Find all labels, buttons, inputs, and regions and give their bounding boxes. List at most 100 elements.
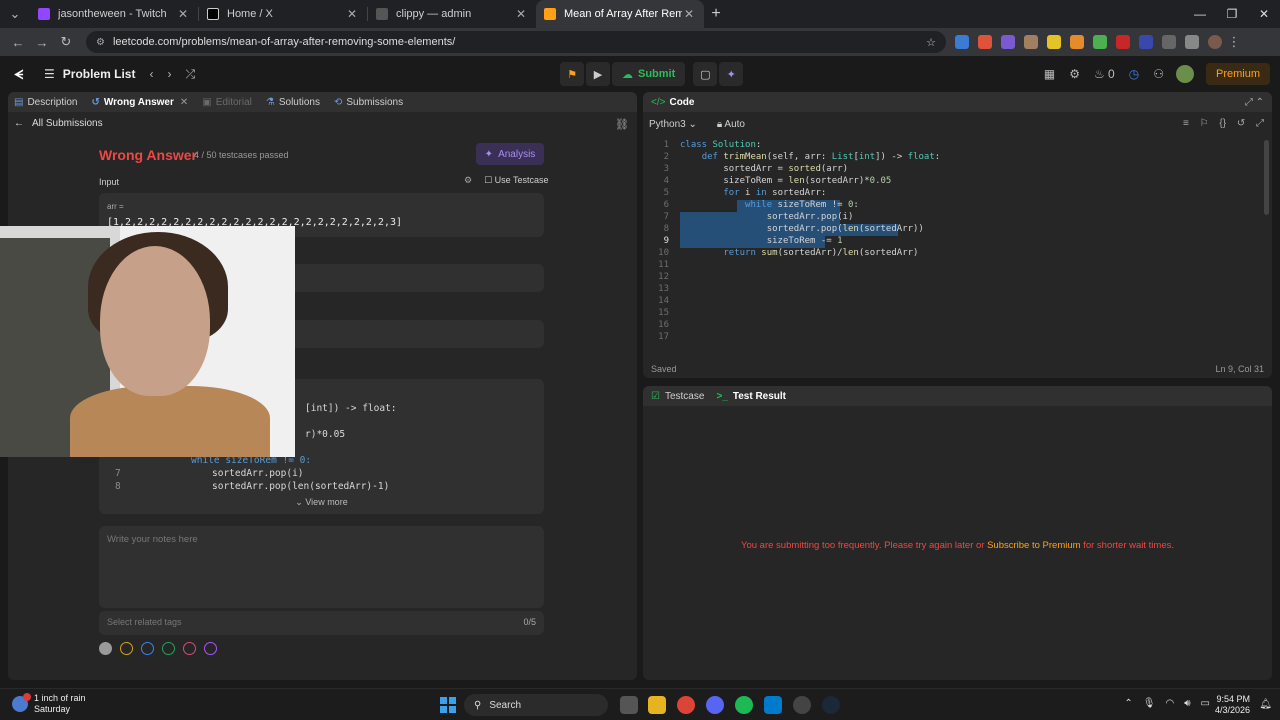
subscribe-premium-link[interactable]: Subscribe to Premium — [987, 540, 1080, 551]
view-more-button[interactable]: ⌄ View more — [99, 497, 544, 508]
auto-mode-toggle[interactable]: 🔒︎ Auto — [717, 119, 745, 130]
editor-scrollbar[interactable] — [1264, 140, 1269, 215]
reset-icon[interactable]: ↺ — [1237, 118, 1245, 129]
language-select[interactable]: Python3 ⌄ — [649, 119, 697, 130]
extension-icon[interactable] — [1139, 35, 1153, 49]
wifi-icon[interactable]: ◠ — [1166, 698, 1175, 709]
format-icon[interactable]: ≡ — [1183, 118, 1189, 129]
close-icon[interactable]: ✕ — [180, 97, 188, 108]
clock[interactable]: 9:54 PM 4/3/2026 — [1215, 694, 1250, 716]
browser-tab-twitch[interactable]: jasontheween - Twitch ✕ — [30, 0, 198, 28]
discord-icon[interactable] — [706, 696, 724, 714]
color-swatch-purple[interactable] — [204, 642, 217, 655]
close-icon[interactable]: ✕ — [682, 7, 696, 21]
problem-list-button[interactable]: ☰ Problem List — [44, 67, 135, 81]
submit-button[interactable]: ☁ Submit — [612, 62, 686, 86]
browser-tab-leetcode[interactable]: Mean of Array After Removing ✕ — [536, 0, 704, 28]
volume-icon[interactable]: 🔊︎ — [1184, 698, 1190, 709]
microphone-icon[interactable]: 🎙︎ — [1143, 698, 1156, 709]
tab-wrong-answer[interactable]: ↺ Wrong Answer ✕ — [91, 97, 188, 108]
color-swatch-yellow[interactable] — [120, 642, 133, 655]
color-swatch-gray[interactable] — [99, 642, 112, 655]
vscode-icon[interactable] — [764, 696, 782, 714]
steam-icon[interactable] — [822, 696, 840, 714]
bookmark-icon[interactable]: ⚐ — [1200, 118, 1209, 129]
notes-icon[interactable]: ▢ — [693, 62, 718, 86]
share-link-icon[interactable]: ⛓ — [615, 118, 629, 131]
notes-textarea[interactable]: Write your notes here — [99, 526, 544, 608]
extension-icon[interactable] — [1001, 35, 1015, 49]
site-info-icon[interactable]: ⚙ — [96, 37, 105, 48]
extension-icon[interactable] — [1116, 35, 1130, 49]
related-tags-select[interactable]: Select related tags 0/5 — [99, 611, 544, 635]
url-field[interactable]: ⚙ leetcode.com/problems/mean-of-array-af… — [86, 31, 946, 53]
avatar[interactable] — [1175, 65, 1194, 83]
bookmark-star-icon[interactable]: ☆ — [926, 36, 936, 49]
extensions-puzzle-icon[interactable] — [1162, 35, 1176, 49]
tab-editorial[interactable]: ▣ Editorial — [202, 97, 252, 108]
forward-icon[interactable]: → — [30, 35, 54, 50]
leetcode-logo-icon[interactable]: ᗕ — [14, 67, 28, 82]
extension-icon[interactable] — [1047, 35, 1061, 49]
tab-testcase[interactable]: ☑ Testcase — [651, 391, 704, 402]
streak-icon[interactable]: ♨ 0 — [1094, 67, 1115, 81]
all-submissions-link[interactable]: ← All Submissions — [14, 118, 103, 129]
browser-tab-x[interactable]: Home / X ✕ — [199, 0, 367, 28]
run-button[interactable]: ▶ — [586, 62, 610, 86]
task-view-icon[interactable] — [620, 696, 638, 714]
extension-icon[interactable] — [1024, 35, 1038, 49]
debug-icon[interactable]: ⚙ — [464, 175, 472, 186]
extension-icon[interactable] — [1070, 35, 1084, 49]
notification-bell-icon[interactable]: 🔔︎ — [1259, 699, 1272, 710]
maximize-panel-icon[interactable]: ⤢ ⌃ — [1245, 97, 1264, 108]
shuffle-icon[interactable]: ⤮ — [185, 67, 195, 82]
spotify-icon[interactable] — [735, 696, 753, 714]
back-icon[interactable]: ← — [6, 35, 30, 50]
color-swatch-pink[interactable] — [183, 642, 196, 655]
analysis-button[interactable]: ✦ Analysis — [476, 143, 544, 165]
windows-start-icon[interactable] — [440, 697, 456, 713]
next-problem-icon[interactable]: › — [167, 67, 171, 81]
weather-widget[interactable]: 1 inch of rain Saturday — [12, 693, 86, 715]
tab-search-icon[interactable]: ⌄ — [0, 6, 30, 22]
file-explorer-icon[interactable] — [648, 696, 666, 714]
browser-menu-icon[interactable]: ⋮ — [1222, 34, 1246, 50]
battery-icon[interactable]: ▭ — [1201, 698, 1210, 709]
extension-icon[interactable] — [978, 35, 992, 49]
chrome-icon[interactable] — [677, 696, 695, 714]
taskbar-search[interactable]: ⚲ Search — [464, 694, 608, 716]
browser-tab-clippy[interactable]: clippy — admin ✕ — [368, 0, 536, 28]
reload-icon[interactable]: ↻ — [54, 34, 78, 50]
fullscreen-icon[interactable]: ⤢ — [1256, 118, 1264, 129]
braces-icon[interactable]: {} — [1219, 118, 1226, 129]
tab-description[interactable]: ▤ Description — [14, 97, 77, 108]
color-swatch-blue[interactable] — [141, 642, 154, 655]
color-swatch-green[interactable] — [162, 642, 175, 655]
timer-icon[interactable]: ◷ — [1129, 67, 1139, 81]
profile-avatar[interactable] — [1208, 35, 1222, 49]
close-window-icon[interactable]: ✕ — [1248, 7, 1280, 21]
extension-icon[interactable] — [1093, 35, 1107, 49]
debug-icon[interactable]: ⚑ — [560, 62, 584, 86]
layout-icon[interactable]: ▦ — [1044, 67, 1055, 81]
extension-icon[interactable] — [955, 35, 969, 49]
settings-icon[interactable]: ⚙ — [1069, 67, 1080, 81]
close-icon[interactable]: ✕ — [514, 7, 528, 21]
close-icon[interactable]: ✕ — [176, 7, 190, 21]
tab-submissions[interactable]: ⟲ Submissions — [334, 97, 403, 108]
minimize-icon[interactable]: — — [1184, 7, 1216, 21]
download-icon[interactable] — [1185, 35, 1199, 49]
maximize-icon[interactable]: ❐ — [1216, 7, 1248, 21]
app-icon[interactable] — [793, 696, 811, 714]
tab-solutions[interactable]: ⚗ Solutions — [266, 97, 320, 108]
close-icon[interactable]: ✕ — [345, 7, 359, 21]
premium-button[interactable]: Premium — [1205, 63, 1270, 85]
use-testcase-button[interactable]: ☐ Use Testcase — [484, 175, 548, 186]
prev-problem-icon[interactable]: ‹ — [149, 67, 153, 81]
new-tab-button[interactable]: + — [704, 5, 728, 23]
ai-assist-icon[interactable]: ✦ — [719, 62, 744, 86]
tab-test-result[interactable]: >_ Test Result — [716, 391, 786, 402]
code-editor[interactable]: 1 class Solution: 2 def trimMean(self, arr… — [643, 140, 1263, 350]
chevron-up-icon[interactable]: ⌃ — [1124, 698, 1132, 709]
add-friend-icon[interactable]: ⚇ — [1153, 67, 1164, 81]
